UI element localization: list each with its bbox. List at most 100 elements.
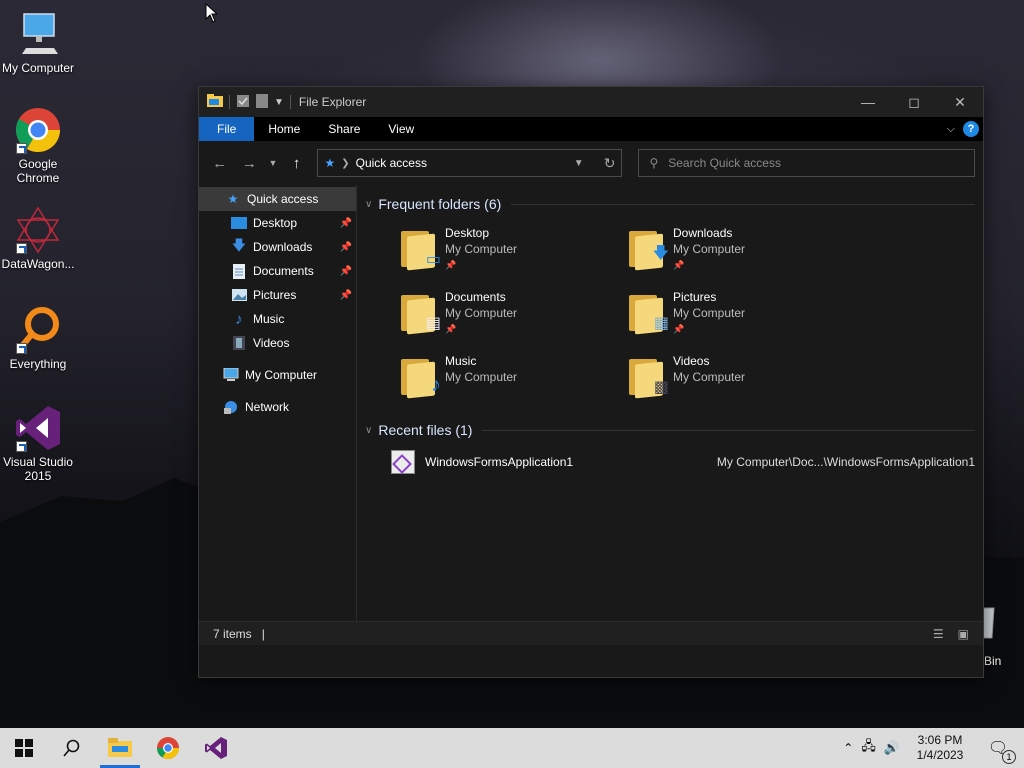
search-box[interactable]: ⚲ Search Quick access <box>638 149 976 177</box>
desktop-icon-my-computer[interactable]: My Computer <box>0 10 76 75</box>
pin-icon: 📌 <box>673 324 685 334</box>
download-icon: 🡇 <box>231 237 247 253</box>
maximize-button[interactable]: ◻ <box>891 87 937 117</box>
pin-icon: 📌 <box>445 324 457 334</box>
downloads-folder-icon: 🡇 <box>627 225 669 271</box>
desktop-icon-label: Visual Studio 2015 <box>3 455 73 483</box>
folder-tile[interactable]: ♪ Music My Computer <box>399 347 627 411</box>
address-bar[interactable]: ★ ❯ Quick access ▼ ↻ <box>317 149 623 177</box>
folder-icon <box>108 738 132 757</box>
nav-item-videos[interactable]: Videos <box>199 331 356 355</box>
tab-home[interactable]: Home <box>254 117 314 141</box>
action-center-button[interactable]: 🗨 1 <box>980 738 1016 764</box>
new-folder-icon[interactable] <box>256 93 268 111</box>
folder-tile[interactable]: 🡇 Downloads My Computer 📌 <box>627 219 855 283</box>
large-icons-view-icon[interactable]: ▣ <box>958 627 969 641</box>
chevron-down-icon: ∨ <box>365 198 373 210</box>
nav-item-my-computer[interactable]: My Computer <box>199 363 356 387</box>
chrome-icon <box>157 737 179 759</box>
nav-item-quick-access[interactable]: ★ Quick access <box>199 187 356 211</box>
content-pane: ∨ Frequent folders (6) ▭ Desktop My Compu… <box>357 185 983 621</box>
pin-icon[interactable]: 📌 <box>340 218 352 229</box>
desktop-icon-label: Everything <box>9 357 67 371</box>
customize-toolbar-icon[interactable]: ▼ <box>274 97 284 108</box>
address-location: Quick access <box>355 156 427 170</box>
taskbar-chrome[interactable] <box>144 728 192 768</box>
datawagon-icon <box>14 206 62 254</box>
desktop-icon-chrome[interactable]: Google Chrome <box>0 106 76 185</box>
chevron-right-icon[interactable]: ❯ <box>341 158 349 169</box>
document-icon <box>231 263 247 279</box>
folder-tile[interactable]: ▤ Documents My Computer 📌 <box>399 283 627 347</box>
nav-item-network[interactable]: Network <box>199 395 356 419</box>
frequent-folders-header[interactable]: ∨ Frequent folders (6) <box>365 189 975 219</box>
show-hidden-icons-icon[interactable]: ⌃ <box>843 741 853 755</box>
file-explorer-window: ▼ File Explorer — ◻ ✕ File Home Share Vi… <box>198 86 984 678</box>
minimize-button[interactable]: — <box>845 87 891 117</box>
nav-item-documents[interactable]: Documents 📌 <box>199 259 356 283</box>
back-button[interactable]: ← <box>207 150 233 176</box>
recent-files-header[interactable]: ∨ Recent files (1) <box>365 415 975 445</box>
shortcut-arrow-icon <box>16 441 27 452</box>
close-button[interactable]: ✕ <box>937 87 983 117</box>
folder-tile[interactable]: ▭ Desktop My Computer 📌 <box>399 219 627 283</box>
desktop-icon-datawagon[interactable]: DataWagon... <box>0 206 76 271</box>
ribbon-tabs: File Home Share View ⌵ ? <box>199 117 983 141</box>
videos-folder-icon: ▩ <box>627 353 669 399</box>
nav-item-downloads[interactable]: 🡇 Downloads 📌 <box>199 235 356 259</box>
music-icon: ♪ <box>235 310 243 328</box>
search-icon: ⚲ <box>649 156 659 170</box>
pin-icon[interactable]: 📌 <box>340 266 352 277</box>
pin-icon[interactable]: 📌 <box>340 242 352 253</box>
recent-file-name: WindowsFormsApplication1 <box>425 455 574 469</box>
start-button[interactable] <box>0 728 48 768</box>
computer-icon <box>223 367 239 383</box>
desktop-icon-visual-studio[interactable]: Visual Studio 2015 <box>0 404 76 483</box>
address-dropdown-icon[interactable]: ▼ <box>574 158 584 169</box>
folder-tile[interactable]: ▩ Videos My Computer <box>627 347 855 411</box>
videos-icon <box>231 335 247 351</box>
desktop-icon-everything[interactable]: Everything <box>0 306 76 371</box>
recent-locations-button[interactable]: ▼ <box>266 150 280 176</box>
pictures-folder-icon: ▦ <box>627 289 669 335</box>
music-folder-icon: ♪ <box>399 353 441 399</box>
quick-access-toolbar: ▼ <box>207 93 291 111</box>
tab-view[interactable]: View <box>374 117 428 141</box>
nav-item-pictures[interactable]: Pictures 📌 <box>199 283 356 307</box>
search-button[interactable] <box>48 728 96 768</box>
star-icon: ★ <box>324 156 336 170</box>
taskbar-file-explorer[interactable] <box>96 728 144 768</box>
volume-icon[interactable]: 🔊 <box>884 740 900 756</box>
refresh-icon[interactable]: ↻ <box>604 155 616 172</box>
help-icon[interactable]: ? <box>963 121 979 137</box>
properties-icon[interactable] <box>236 94 250 111</box>
clock-time: 3:06 PM <box>917 733 963 747</box>
computer-icon <box>14 10 62 58</box>
pictures-icon <box>231 287 247 303</box>
forward-button[interactable]: → <box>237 150 263 176</box>
shortcut-arrow-icon <box>16 243 27 254</box>
clock-date: 1/4/2023 <box>916 748 964 762</box>
nav-item-desktop[interactable]: Desktop 📌 <box>199 211 356 235</box>
tab-share[interactable]: Share <box>314 117 374 141</box>
pin-icon: 📌 <box>673 260 685 270</box>
pin-icon[interactable]: 📌 <box>340 290 352 301</box>
details-view-icon[interactable]: ☰ <box>933 627 944 641</box>
expand-ribbon-icon[interactable]: ⌵ <box>947 123 955 136</box>
desktop-folder-icon: ▭ <box>399 225 441 271</box>
status-bar: 7 items | ☰ ▣ <box>199 621 983 645</box>
taskbar-visual-studio[interactable] <box>192 728 240 768</box>
clock[interactable]: 3:06 PM 1/4/2023 <box>908 733 972 763</box>
desktop-icon-label: My Computer <box>1 61 75 75</box>
pin-icon: 📌 <box>445 260 457 270</box>
tab-file[interactable]: File <box>199 117 255 141</box>
up-button[interactable]: ↑ <box>284 150 310 176</box>
notification-count: 1 <box>1002 750 1016 764</box>
windows-logo-icon <box>15 739 33 757</box>
desktop-icon-label: DataWagon... <box>1 257 75 271</box>
list-item[interactable]: WindowsFormsApplication1 My Computer\Doc… <box>365 445 975 479</box>
folder-tile[interactable]: ▦ Pictures My Computer 📌 <box>627 283 855 347</box>
chrome-icon <box>14 106 62 154</box>
nav-item-music[interactable]: ♪ Music <box>199 307 356 331</box>
network-status-icon[interactable]: 🖧 <box>861 737 876 759</box>
